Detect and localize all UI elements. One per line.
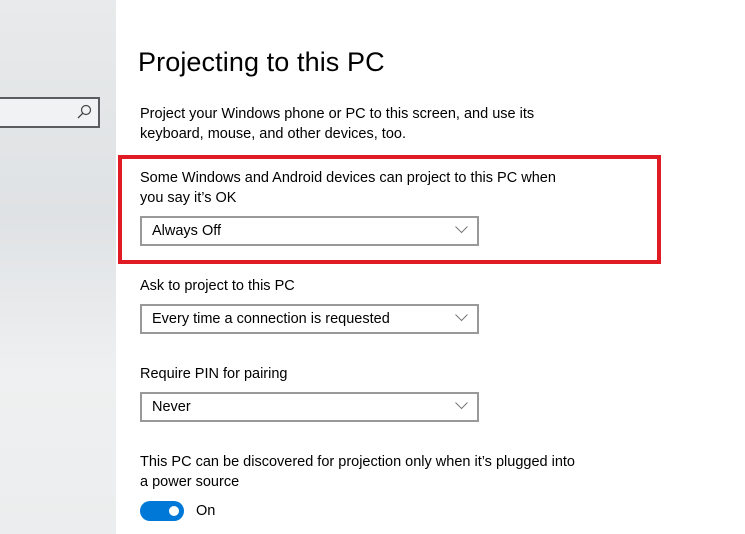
- ask-to-project-dropdown[interactable]: Every time a connection is requested: [140, 304, 479, 334]
- sidebar: [0, 0, 116, 534]
- power-source-toggle[interactable]: [140, 501, 184, 521]
- availability-label: Some Windows and Android devices can pro…: [140, 170, 556, 206]
- main-content: Projecting to this PC Project your Windo…: [116, 0, 745, 534]
- power-source-label: This PC can be discovered for projection…: [140, 454, 575, 490]
- require-pin-selected-value: Never: [152, 399, 191, 415]
- search-input[interactable]: [0, 97, 100, 128]
- availability-selected-value: Always Off: [152, 223, 222, 239]
- ask-to-project-selected-value: Every time a connection is requested: [152, 311, 390, 327]
- ask-to-project-label: Ask to project to this PC: [140, 278, 295, 294]
- settings-window: Projecting to this PC Project your Windo…: [0, 0, 745, 534]
- toggle-knob: [169, 506, 179, 516]
- chevron-down-icon: [455, 226, 468, 234]
- search-icon[interactable]: [76, 104, 92, 120]
- page-title: Projecting to this PC: [138, 47, 385, 77]
- chevron-down-icon: [455, 314, 468, 322]
- chevron-down-icon: [455, 402, 468, 410]
- toggle-state-label: On: [196, 503, 216, 519]
- page-description: Project your Windows phone or PC to this…: [140, 106, 535, 142]
- require-pin-label: Require PIN for pairing: [140, 366, 288, 382]
- availability-dropdown[interactable]: Always Off: [140, 216, 479, 246]
- require-pin-dropdown[interactable]: Never: [140, 392, 479, 422]
